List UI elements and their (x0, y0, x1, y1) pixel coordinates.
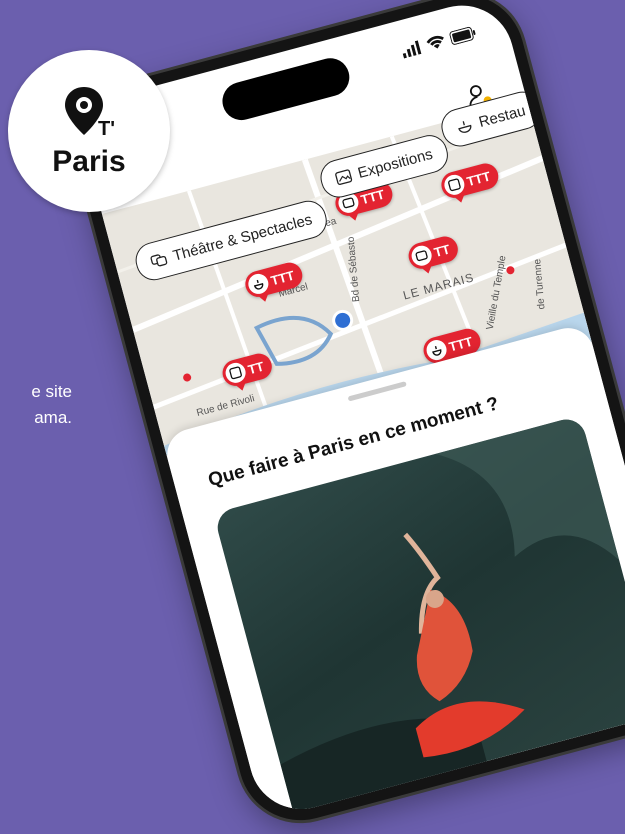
svg-text:T': T' (98, 118, 115, 140)
restaurant-icon (424, 337, 449, 363)
dancers-photo (280, 415, 620, 821)
dynamic-island (218, 53, 354, 125)
sheet-drag-handle[interactable] (347, 381, 407, 402)
badge-city-label: Paris (52, 145, 126, 178)
exhibition-icon (223, 360, 248, 386)
marker-label: TT (246, 358, 266, 377)
battery-icon (449, 26, 476, 45)
exhibition-icon (442, 172, 467, 198)
restaurant-icon (458, 121, 472, 133)
wifi-icon (426, 35, 444, 49)
pin-t-icon: T' (65, 87, 115, 140)
marker-label: TTT (465, 168, 492, 189)
signal-icon (402, 40, 422, 59)
restaurant-icon (246, 271, 271, 297)
chip-label: Restau (476, 101, 528, 131)
background-text-line1: e site (31, 382, 72, 401)
marker-label: TTT (447, 333, 475, 354)
theatre-icon (409, 243, 434, 268)
marker-label: TT (432, 240, 452, 260)
status-bar (400, 25, 477, 59)
marker-label: TTT (268, 267, 296, 288)
theatre-icon (150, 254, 168, 267)
city-badge[interactable]: T' Paris (8, 50, 170, 212)
exhibition-icon (335, 169, 353, 186)
background-text-line2: ama. (34, 408, 72, 427)
event-card-image[interactable] (213, 415, 625, 821)
